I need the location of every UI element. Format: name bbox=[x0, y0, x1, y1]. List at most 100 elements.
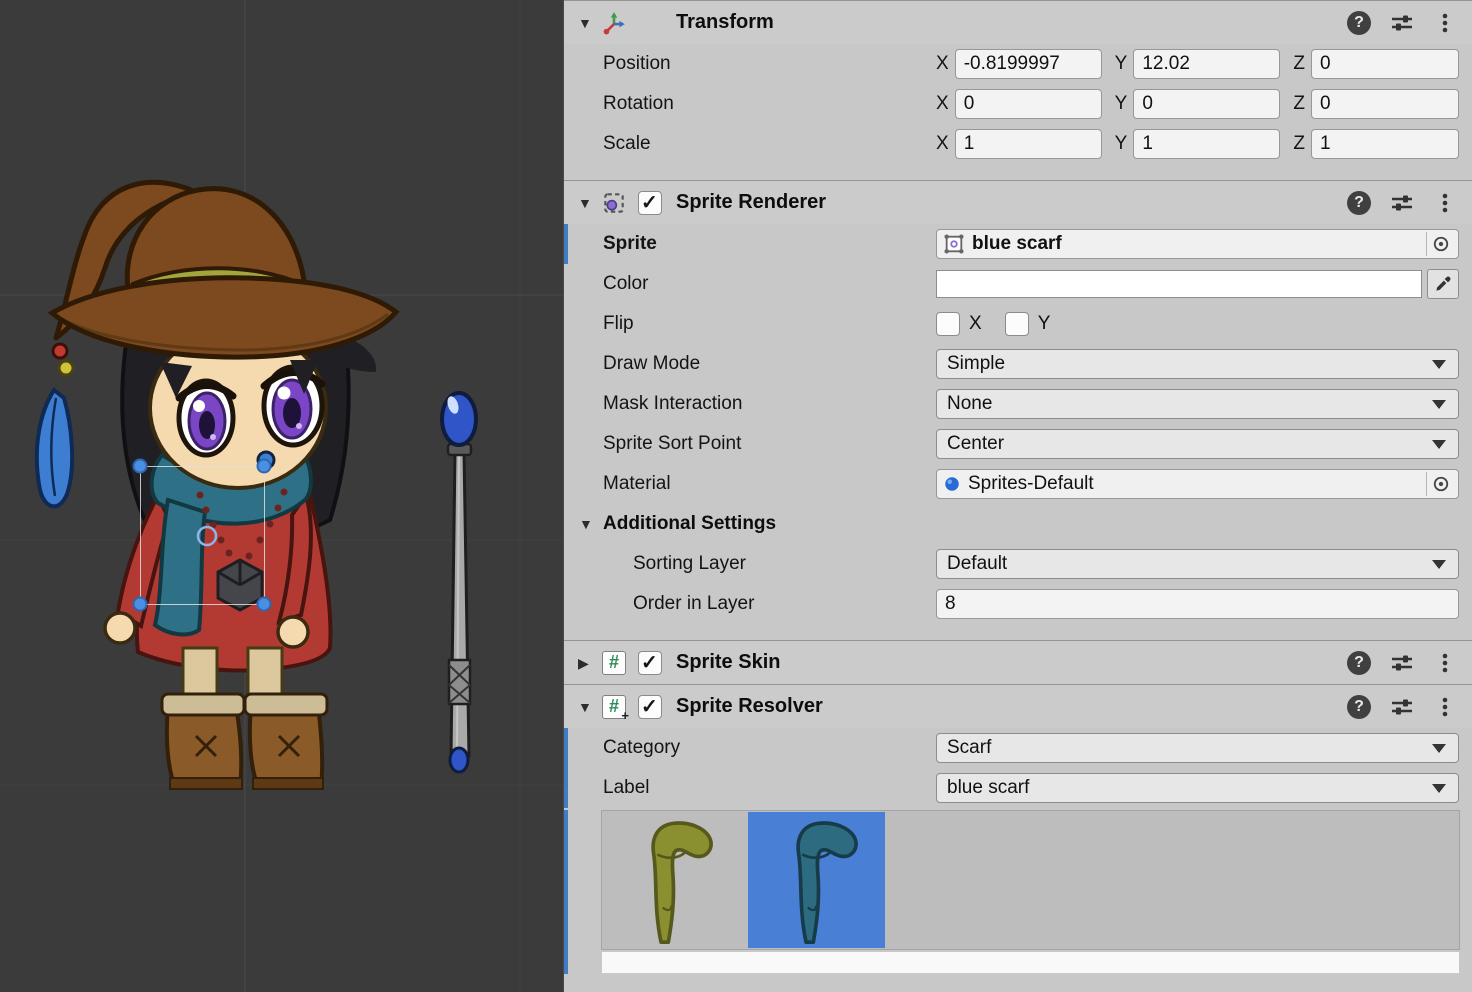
rotation-label: Rotation bbox=[603, 93, 936, 115]
additional-settings-foldout[interactable]: Additional Settings bbox=[564, 504, 1472, 544]
help-icon[interactable] bbox=[1346, 190, 1372, 216]
component-enabled-checkbox[interactable] bbox=[638, 695, 662, 719]
color-swatch[interactable] bbox=[936, 270, 1422, 298]
foldout-closed-icon[interactable] bbox=[578, 656, 600, 670]
category-value: Scarf bbox=[947, 737, 991, 759]
position-y-field[interactable] bbox=[1133, 49, 1280, 79]
thumbnail-scrollbar[interactable] bbox=[601, 952, 1460, 974]
mask-interaction-row: Mask Interaction None bbox=[564, 384, 1472, 424]
rotation-z-field[interactable] bbox=[1311, 89, 1459, 119]
sprite-variant-panel bbox=[601, 810, 1460, 950]
sprite-renderer-header[interactable]: Sprite Renderer bbox=[564, 180, 1472, 224]
object-picker-icon[interactable] bbox=[1426, 472, 1455, 496]
foldout-open-icon[interactable] bbox=[578, 16, 600, 30]
label-dropdown[interactable]: blue scarf bbox=[936, 773, 1459, 803]
label-value: blue scarf bbox=[947, 777, 1029, 799]
category-dropdown[interactable]: Scarf bbox=[936, 733, 1459, 763]
position-z-field[interactable] bbox=[1311, 49, 1459, 79]
more-options-icon[interactable] bbox=[1432, 190, 1458, 216]
position-row: Position X Y Z bbox=[564, 44, 1472, 84]
transform-component: Transform Position X Y bbox=[564, 0, 1472, 180]
flip-label: Flip bbox=[603, 313, 936, 335]
axis-y-label: Y bbox=[1115, 93, 1128, 115]
material-label: Material bbox=[603, 473, 936, 495]
chevron-down-icon bbox=[1432, 744, 1446, 753]
mask-interaction-dropdown[interactable]: None bbox=[936, 389, 1459, 419]
scale-x-field[interactable] bbox=[955, 129, 1102, 159]
draw-mode-label: Draw Mode bbox=[603, 353, 936, 375]
mask-interaction-value: None bbox=[947, 393, 992, 415]
label-row: Label blue scarf bbox=[564, 768, 1472, 808]
sprite-sort-point-label: Sprite Sort Point bbox=[603, 433, 936, 455]
scale-z-field[interactable] bbox=[1311, 129, 1459, 159]
scene-view[interactable] bbox=[0, 0, 563, 992]
component-title: Sprite Renderer bbox=[676, 191, 826, 214]
sprite-skin-header[interactable]: # Sprite Skin bbox=[564, 640, 1472, 684]
more-options-icon[interactable] bbox=[1432, 10, 1458, 36]
foldout-open-icon[interactable] bbox=[578, 700, 600, 714]
foldout-open-icon[interactable] bbox=[578, 196, 600, 210]
wizard-hat bbox=[52, 182, 396, 357]
chevron-down-icon bbox=[1432, 784, 1446, 793]
object-picker-icon[interactable] bbox=[1426, 232, 1455, 256]
draw-mode-value: Simple bbox=[947, 353, 1005, 375]
axis-z-label: Z bbox=[1293, 53, 1305, 75]
sprite-resolver-header[interactable]: #+ Sprite Resolver bbox=[564, 684, 1472, 728]
axis-z-label: Z bbox=[1293, 133, 1305, 155]
eyedropper-icon[interactable] bbox=[1427, 269, 1459, 299]
sprite-resolver-icon: #+ bbox=[600, 693, 628, 721]
flip-row: Flip X Y bbox=[564, 304, 1472, 344]
position-x-field[interactable] bbox=[955, 49, 1102, 79]
help-icon[interactable] bbox=[1346, 10, 1372, 36]
flip-x-checkbox[interactable] bbox=[936, 312, 960, 336]
sprite-field-value: blue scarf bbox=[972, 233, 1062, 255]
scarf-thumbnail-blue[interactable] bbox=[748, 812, 885, 948]
character-sprite[interactable] bbox=[37, 182, 396, 789]
component-title: Sprite Resolver bbox=[676, 695, 823, 718]
presets-icon[interactable] bbox=[1389, 694, 1415, 720]
rotation-y-field[interactable] bbox=[1133, 89, 1280, 119]
component-enabled-checkbox[interactable] bbox=[638, 651, 662, 675]
flip-y-checkbox[interactable] bbox=[1005, 312, 1029, 336]
color-label: Color bbox=[603, 273, 936, 295]
sorting-layer-dropdown[interactable]: Default bbox=[936, 549, 1459, 579]
component-enabled-checkbox[interactable] bbox=[638, 191, 662, 215]
material-icon bbox=[943, 475, 961, 493]
presets-icon[interactable] bbox=[1389, 10, 1415, 36]
axis-y-label: Y bbox=[1115, 133, 1128, 155]
draw-mode-row: Draw Mode Simple bbox=[564, 344, 1472, 384]
presets-icon[interactable] bbox=[1389, 190, 1415, 216]
presets-icon[interactable] bbox=[1389, 650, 1415, 676]
axis-x-label: X bbox=[936, 53, 949, 75]
sprite-sort-point-dropdown[interactable]: Center bbox=[936, 429, 1459, 459]
draw-mode-dropdown[interactable]: Simple bbox=[936, 349, 1459, 379]
rotation-x-field[interactable] bbox=[955, 89, 1102, 119]
component-title: Transform bbox=[676, 11, 774, 34]
more-options-icon[interactable] bbox=[1432, 650, 1458, 676]
scale-y-field[interactable] bbox=[1133, 129, 1280, 159]
axis-x-label: X bbox=[936, 93, 949, 115]
order-in-layer-field[interactable] bbox=[936, 589, 1459, 619]
more-options-icon[interactable] bbox=[1432, 694, 1458, 720]
order-in-layer-row: Order in Layer bbox=[564, 584, 1472, 624]
scarf-thumbnail-green[interactable] bbox=[603, 812, 740, 948]
staff-sprite[interactable] bbox=[442, 393, 476, 772]
material-field-value: Sprites-Default bbox=[968, 473, 1094, 495]
material-object-field[interactable]: Sprites-Default bbox=[936, 469, 1459, 499]
transform-icon bbox=[600, 9, 628, 37]
component-title: Sprite Skin bbox=[676, 651, 780, 674]
flip-x-label: X bbox=[969, 313, 982, 335]
inspector-panel: Transform Position X Y bbox=[563, 0, 1472, 992]
help-icon[interactable] bbox=[1346, 694, 1372, 720]
transform-header[interactable]: Transform bbox=[564, 0, 1472, 44]
sprite-skin-component: # Sprite Skin bbox=[564, 640, 1472, 684]
color-row: Color bbox=[564, 264, 1472, 304]
chevron-down-icon bbox=[1432, 440, 1446, 449]
axis-z-label: Z bbox=[1293, 93, 1305, 115]
sprite-object-field[interactable]: blue scarf bbox=[936, 229, 1459, 259]
sorting-layer-row: Sorting Layer Default bbox=[564, 544, 1472, 584]
help-icon[interactable] bbox=[1346, 650, 1372, 676]
foldout-open-icon[interactable] bbox=[579, 517, 603, 531]
label-label: Label bbox=[603, 777, 936, 799]
additional-settings-label: Additional Settings bbox=[603, 513, 776, 535]
